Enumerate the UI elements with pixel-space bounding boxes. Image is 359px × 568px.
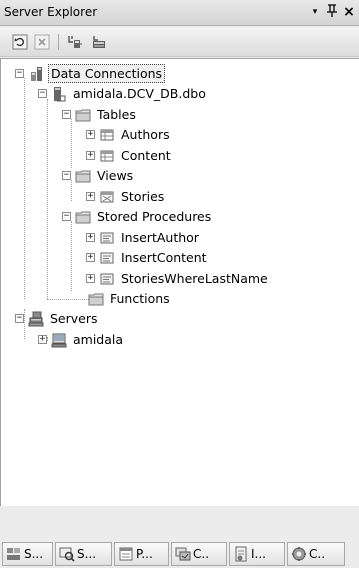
refresh-button[interactable] (11, 33, 29, 51)
class-view-icon (175, 547, 191, 561)
tab-label: C.. (193, 547, 210, 561)
tab-solution-explorer[interactable]: S... (2, 542, 53, 566)
properties-icon (119, 547, 133, 561)
tab-label: C.. (309, 547, 326, 561)
servers-icon (28, 311, 44, 327)
connect-to-database-button[interactable] (66, 33, 84, 51)
expand-toggle[interactable]: + (86, 151, 95, 160)
tree-node-label: Functions (110, 291, 170, 306)
tree-node-label: InsertAuthor (121, 230, 199, 245)
folder-icon (75, 209, 91, 225)
expand-toggle[interactable]: + (86, 253, 95, 262)
folder-icon (75, 107, 91, 123)
tool-window-tab-strip: S... S... P... C.. I... C.. (0, 506, 359, 568)
tree-node-label: Stored Procedures (97, 209, 212, 224)
view-icon (99, 189, 115, 205)
window-position-dropdown-icon[interactable]: ▾ (308, 4, 322, 20)
server-explorer-icon (59, 547, 75, 562)
tree-node-server-amidala[interactable]: + amidala (38, 330, 125, 349)
tree-node-database[interactable]: − amidala.DCV_DB.dbo (38, 84, 208, 103)
tree-node-label: Servers (50, 311, 98, 326)
tree-connector (24, 78, 25, 299)
auto-hide-pin-icon[interactable] (325, 4, 339, 22)
tree-node-view-stories[interactable]: + Stories (86, 187, 166, 206)
tab-label: S... (77, 547, 97, 561)
tree-node-label: InsertContent (121, 250, 207, 265)
folder-icon (75, 168, 91, 184)
tab-label: P... (136, 547, 153, 561)
table-icon (99, 127, 115, 143)
stored-procedure-icon (99, 230, 115, 246)
close-icon[interactable]: × (342, 4, 356, 20)
tab-contents[interactable]: C.. (287, 542, 345, 566)
tree-node-label: StoriesWhereLastName (121, 271, 268, 286)
expand-toggle[interactable]: + (86, 192, 95, 201)
tree-node-stored-procedures-folder[interactable]: − Stored Procedures (62, 207, 213, 226)
tree-node-label: Authors (121, 127, 170, 142)
tab-label: I... (251, 547, 266, 561)
index-icon (235, 546, 247, 562)
tree-node-tables-folder[interactable]: − Tables (62, 105, 138, 124)
tree-node-proc-storieswherelastname[interactable]: + StoriesWhereLastName (86, 269, 270, 288)
expand-toggle[interactable]: + (38, 335, 47, 344)
stored-procedure-icon (99, 250, 115, 266)
tree-node-servers[interactable]: − Servers (15, 309, 100, 328)
tab-properties[interactable]: P... (114, 542, 169, 566)
tree-node-views-folder[interactable]: − Views (62, 166, 135, 185)
tree-node-label: Views (97, 168, 134, 183)
collapse-toggle[interactable]: − (15, 314, 24, 323)
connect-to-server-icon (93, 36, 105, 48)
toolbar-separator (58, 34, 59, 50)
tree-node-data-connections[interactable]: − Data Connections (15, 64, 166, 83)
tree-node-label: Tables (97, 107, 136, 122)
no-toggle (75, 294, 84, 303)
table-icon (99, 148, 115, 164)
tree-node-label: Content (121, 148, 171, 163)
tree-node-proc-insertauthor[interactable]: + InsertAuthor (86, 228, 201, 247)
tab-class-view[interactable]: C.. (171, 542, 227, 566)
expand-toggle[interactable]: + (86, 130, 95, 139)
stop-refresh-icon (34, 34, 50, 50)
stored-procedure-icon (99, 271, 115, 287)
tree-node-functions-folder[interactable]: Functions (75, 289, 172, 308)
connect-to-server-button[interactable] (90, 33, 108, 51)
folder-icon (88, 291, 104, 307)
tab-label: S... (24, 547, 44, 561)
expand-toggle[interactable]: + (86, 233, 95, 242)
tree-node-table-authors[interactable]: + Authors (86, 125, 172, 144)
server-computer-icon (51, 332, 67, 348)
stop-refresh-button[interactable] (33, 33, 51, 51)
server-explorer-tree[interactable]: − Data Connections − amidala.DCV_DB.dbo … (0, 58, 359, 506)
tree-node-label: Data Connections (48, 64, 166, 83)
data-connections-icon (28, 66, 44, 82)
solution-explorer-icon (7, 548, 20, 560)
tree-connector (71, 221, 72, 291)
tree-connector (47, 99, 48, 299)
contents-icon (292, 547, 306, 561)
collapse-toggle[interactable]: − (62, 171, 71, 180)
refresh-icon (12, 34, 28, 50)
tree-node-label: Stories (121, 189, 165, 204)
tab-index[interactable]: I... (229, 542, 285, 566)
database-icon (51, 86, 67, 102)
collapse-toggle[interactable]: − (15, 69, 24, 78)
tab-server-explorer[interactable]: S... (55, 542, 112, 566)
tree-connector (71, 119, 72, 168)
tree-node-label: amidala.DCV_DB.dbo (73, 86, 206, 101)
collapse-toggle[interactable]: − (62, 212, 71, 221)
connect-to-database-icon (68, 36, 82, 48)
tree-node-proc-insertcontent[interactable]: + InsertContent (86, 248, 209, 267)
expand-toggle[interactable]: + (86, 274, 95, 283)
collapse-toggle[interactable]: − (62, 110, 71, 119)
collapse-toggle[interactable]: − (38, 89, 47, 98)
tree-node-label: amidala (73, 332, 124, 347)
tree-node-table-content[interactable]: + Content (86, 146, 173, 165)
window-title: Server Explorer (4, 5, 98, 19)
toolbar (0, 27, 359, 57)
title-bar: Server Explorer ▾ × (0, 0, 359, 26)
